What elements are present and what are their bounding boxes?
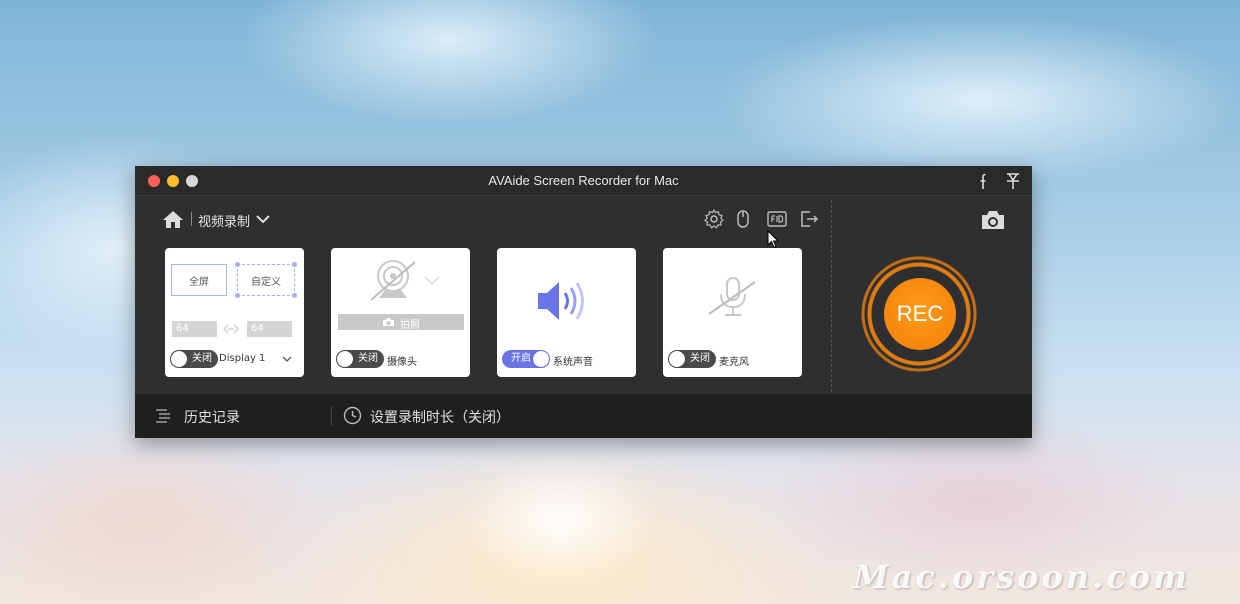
- screenshot-camera-icon[interactable]: [980, 209, 1006, 231]
- rec-button[interactable]: REC: [884, 278, 956, 350]
- webcam-toggle[interactable]: 关闭: [336, 350, 384, 368]
- display-chevron-icon[interactable]: [282, 355, 292, 363]
- webcam-icon: [370, 260, 416, 301]
- microphone-off-icon: [708, 277, 756, 316]
- custom-label: 自定义: [251, 277, 281, 288]
- footer-divider: [331, 406, 332, 426]
- list-icon: [156, 409, 170, 423]
- history-button[interactable]: 历史记录: [184, 407, 240, 427]
- mouse-cursor-icon: [767, 230, 780, 249]
- settings-icon[interactable]: [703, 208, 725, 230]
- title-bar: AVAide Screen Recorder for Mac: [135, 166, 1032, 196]
- footer-bar: 历史记录 设置录制时长（关闭）: [135, 394, 1032, 438]
- display-toggle-label: 关闭: [192, 353, 212, 364]
- display-select[interactable]: Display 1: [219, 353, 265, 364]
- mode-select-label[interactable]: 视频录制: [198, 211, 250, 230]
- snapshot-label: 拍照: [400, 320, 420, 331]
- export-icon[interactable]: [798, 208, 820, 230]
- window-title: AVAide Screen Recorder for Mac: [488, 173, 679, 188]
- system-audio-label: 系统声音: [553, 357, 593, 368]
- system-audio-toggle[interactable]: 开启: [502, 350, 550, 368]
- panel-divider: [831, 200, 832, 392]
- microphone-card: 关闭 麦克风: [663, 248, 802, 377]
- pin-icon[interactable]: [1003, 171, 1023, 191]
- system-audio-card: 开启 系统声音: [497, 248, 636, 377]
- display-toggle[interactable]: 关闭: [170, 350, 218, 368]
- display-card: 全屏 自定义 64 64 关闭 Display 1: [165, 248, 304, 377]
- camera-small-icon: [383, 318, 394, 326]
- webcam-toggle-label: 关闭: [358, 353, 378, 364]
- fullscreen-label: 全屏: [189, 277, 209, 288]
- webcam-chevron-icon[interactable]: [423, 275, 441, 287]
- mouse-icon[interactable]: [732, 208, 754, 230]
- app-window: AVAide Screen Recorder for Mac 视频录制 全屏 自…: [135, 166, 1032, 438]
- mode-separator: [191, 212, 192, 226]
- height-input[interactable]: 64: [247, 321, 292, 337]
- speaker-icon: [538, 282, 584, 320]
- watermark: Mac.orsoon.com: [853, 558, 1190, 596]
- webcam-label: 摄像头: [387, 357, 417, 368]
- width-value: 64: [176, 323, 189, 334]
- chevron-down-icon[interactable]: [255, 212, 271, 226]
- microphone-toggle-label: 关闭: [690, 353, 710, 364]
- width-input[interactable]: 64: [172, 321, 217, 337]
- facebook-icon[interactable]: [972, 171, 992, 191]
- clock-icon: [343, 406, 362, 425]
- microphone-toggle[interactable]: 关闭: [668, 350, 716, 368]
- webcam-card: 拍照 关闭 摄像头: [331, 248, 470, 377]
- snapshot-button[interactable]: 拍照: [338, 314, 464, 331]
- system-audio-toggle-label: 开启: [511, 353, 531, 364]
- height-value: 64: [251, 323, 264, 334]
- record-length-button[interactable]: 设置录制时长（关闭）: [370, 407, 510, 427]
- microphone-label: 麦克风: [719, 357, 749, 368]
- custom-region-button[interactable]: 自定义: [235, 262, 297, 298]
- fullscreen-button[interactable]: 全屏: [171, 264, 227, 296]
- link-icon[interactable]: [223, 323, 239, 335]
- home-icon[interactable]: [162, 209, 184, 229]
- fps-icon[interactable]: [766, 208, 788, 230]
